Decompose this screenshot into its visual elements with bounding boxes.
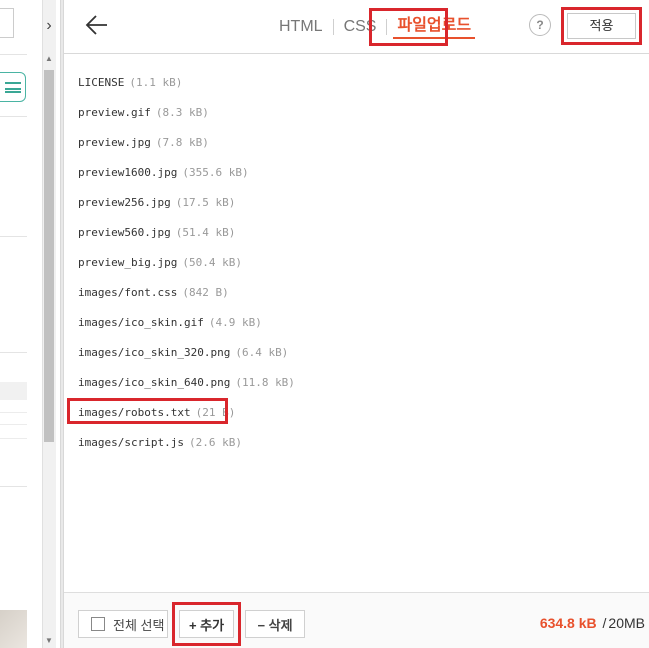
scrollbar-thumb[interactable] [44, 70, 54, 442]
preview-line [0, 424, 27, 425]
file-row[interactable]: preview560.jpg (51.4 kB) [78, 217, 638, 247]
preview-divider [0, 486, 27, 487]
file-size: (11.8 kB) [235, 375, 295, 389]
file-size: (4.9 kB) [208, 315, 262, 329]
add-file-button[interactable]: + 추가 [179, 610, 234, 638]
preview-divider [0, 54, 27, 55]
file-row[interactable]: images/ico_skin.gif (4.9 kB) [78, 307, 638, 337]
file-highlight-box [67, 398, 228, 424]
apply-button-highlight: 적용 [561, 7, 642, 45]
file-row[interactable]: images/script.js (2.6 kB) [78, 427, 638, 457]
hamburger-menu-icon [5, 82, 21, 93]
tab-html[interactable]: HTML [269, 15, 333, 39]
file-size: (2.6 kB) [188, 435, 242, 449]
preview-divider [0, 116, 27, 117]
file-row[interactable]: preview1600.jpg (355.6 kB) [78, 157, 638, 187]
file-name: preview1600.jpg [78, 165, 178, 179]
preview-line [0, 412, 27, 413]
scroll-down-icon[interactable]: ▼ [44, 636, 54, 646]
file-name: LICENSE [78, 75, 125, 89]
file-name: images/ico_skin_320.png [78, 345, 231, 359]
file-row[interactable]: images/ico_skin_640.png (11.8 kB) [78, 367, 638, 397]
file-name: preview.gif [78, 105, 151, 119]
preview-menu-button[interactable] [0, 72, 26, 102]
scroll-up-icon[interactable]: ▲ [44, 54, 54, 64]
help-button[interactable]: ? [529, 14, 551, 36]
preview-divider [0, 236, 27, 237]
tab-highlight-box [369, 8, 448, 46]
file-name: images/script.js [78, 435, 184, 449]
file-size: (7.8 kB) [155, 135, 209, 149]
file-size: (6.4 kB) [235, 345, 289, 359]
file-row[interactable]: preview_big.jpg (50.4 kB) [78, 247, 638, 277]
file-name: images/font.css [78, 285, 178, 299]
arrow-left-icon [85, 15, 107, 35]
preview-input[interactable] [0, 8, 14, 38]
file-row[interactable]: preview.gif (8.3 kB) [78, 97, 638, 127]
chevron-right-icon[interactable]: › [42, 12, 56, 40]
file-name: images/ico_skin_640.png [78, 375, 231, 389]
panel-header: HTML CSS 파일업로드 ? 적용 [64, 0, 649, 54]
select-all-button[interactable]: 전체 선택 [78, 610, 168, 638]
file-row[interactable]: LICENSE (1.1 kB) [78, 67, 638, 97]
file-size: (17.5 kB) [175, 195, 236, 209]
file-row[interactable]: images/font.css (842 B) [78, 277, 638, 307]
storage-total: 20MB [608, 615, 645, 631]
panel-footer: 전체 선택 + 추가 − 삭제 634.8 kB /20MB [64, 592, 649, 648]
preview-divider [0, 352, 27, 353]
file-size: (1.1 kB) [129, 75, 183, 89]
preview-line [0, 438, 27, 439]
file-size: (355.6 kB) [182, 165, 249, 179]
file-name: preview_big.jpg [78, 255, 178, 269]
preview-row [0, 382, 27, 400]
file-row[interactable]: images/ico_skin_320.png (6.4 kB) [78, 337, 638, 367]
file-name: preview560.jpg [78, 225, 171, 239]
preview-thumbnail [0, 610, 27, 648]
file-row[interactable]: preview256.jpg (17.5 kB) [78, 187, 638, 217]
file-upload-panel: HTML CSS 파일업로드 ? 적용 LICENSE (1.1 kB) previ… [64, 0, 649, 648]
file-size: (51.4 kB) [175, 225, 236, 239]
storage-used: 634.8 kB [539, 615, 597, 631]
apply-button[interactable]: 적용 [567, 13, 636, 39]
back-button[interactable] [82, 10, 112, 40]
delete-file-button[interactable]: − 삭제 [245, 610, 305, 638]
storage-separator: / [602, 615, 607, 631]
file-row[interactable]: preview.jpg (7.8 kB) [78, 127, 638, 157]
file-size: (8.3 kB) [155, 105, 209, 119]
add-button-highlight: + 추가 [172, 602, 241, 646]
file-name: preview256.jpg [78, 195, 171, 209]
select-all-label: 전체 선택 [113, 617, 165, 633]
file-size: (50.4 kB) [182, 255, 242, 269]
file-name: images/ico_skin.gif [78, 315, 204, 329]
file-name: preview.jpg [78, 135, 151, 149]
storage-usage: 634.8 kB /20MB [540, 615, 645, 631]
select-all-checkbox[interactable] [91, 617, 105, 631]
file-size: (842 B) [182, 285, 229, 299]
